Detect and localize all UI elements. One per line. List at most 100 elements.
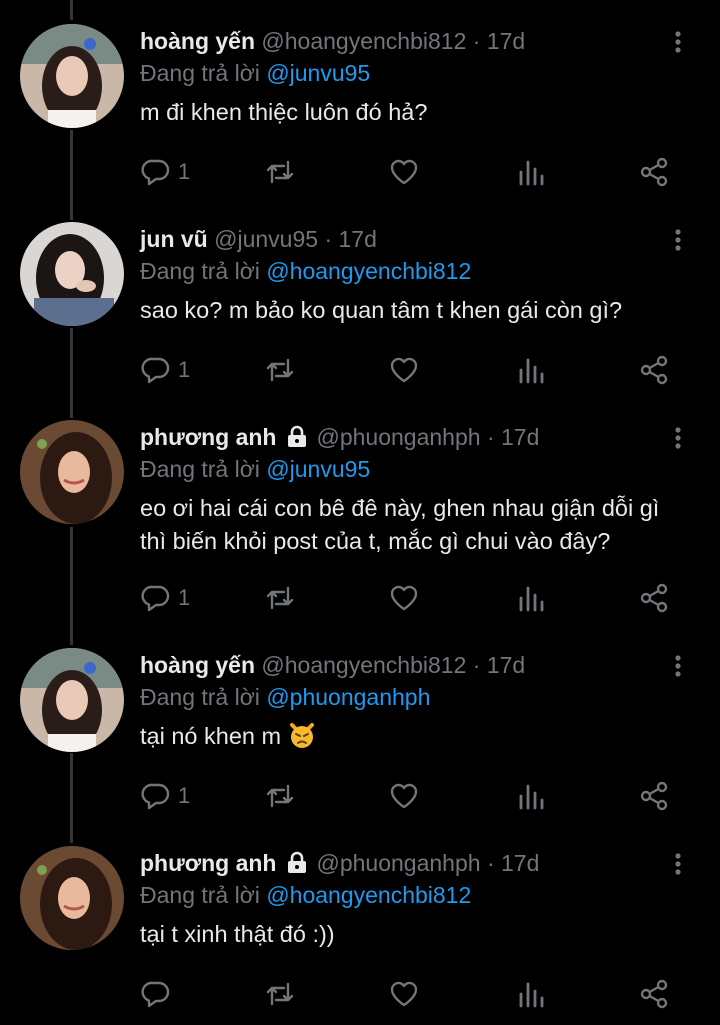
reply-prefix: Đang trả lời bbox=[140, 60, 260, 86]
user-handle[interactable]: @phuonganhph bbox=[316, 424, 480, 450]
timestamp[interactable]: 17d bbox=[487, 652, 525, 678]
heart-icon bbox=[390, 585, 418, 611]
views-button[interactable] bbox=[516, 580, 548, 616]
avatar[interactable] bbox=[20, 420, 124, 524]
lock-icon bbox=[288, 851, 307, 873]
retweet-button[interactable] bbox=[264, 352, 296, 388]
tweet-text: sao ko? m bảo ko quan tâm t khen gái còn… bbox=[140, 297, 623, 323]
mention-link[interactable]: @phuonganhph bbox=[266, 684, 430, 710]
tweet-text: tại t xinh thật đó :)) bbox=[140, 921, 335, 947]
heart-icon bbox=[390, 783, 418, 809]
reply-prefix: Đang trả lời bbox=[140, 882, 260, 908]
reply-to-line: Đang trả lời @junvu95 bbox=[140, 58, 690, 88]
views-button[interactable] bbox=[516, 778, 548, 814]
reply-bubble-icon bbox=[141, 585, 170, 612]
lock-icon bbox=[288, 425, 307, 447]
share-icon bbox=[640, 781, 668, 811]
reply-button[interactable]: 1 bbox=[140, 778, 190, 814]
timestamp[interactable]: 17d bbox=[339, 226, 377, 252]
mention-link[interactable]: @junvu95 bbox=[266, 60, 370, 86]
separator: · bbox=[324, 226, 333, 252]
tweet-actions: 1 bbox=[140, 352, 680, 388]
like-button[interactable] bbox=[388, 154, 420, 190]
display-name[interactable]: hoàng yến bbox=[140, 28, 255, 54]
analytics-bars-icon bbox=[519, 358, 544, 384]
views-button[interactable] bbox=[516, 976, 548, 1012]
reply-count: 1 bbox=[178, 159, 191, 184]
thread-line bbox=[70, 753, 73, 843]
like-button[interactable] bbox=[388, 976, 420, 1012]
share-button[interactable] bbox=[638, 352, 670, 388]
avatar[interactable] bbox=[20, 222, 124, 326]
retweet-button[interactable] bbox=[264, 580, 296, 616]
avatar[interactable] bbox=[20, 846, 124, 950]
more-vertical-icon[interactable] bbox=[666, 654, 690, 678]
retweet-icon bbox=[266, 160, 294, 184]
reply-bubble-icon bbox=[141, 981, 170, 1008]
reply-button[interactable] bbox=[140, 976, 178, 1012]
timestamp[interactable]: 17d bbox=[487, 28, 525, 54]
display-name[interactable]: jun vũ bbox=[140, 226, 208, 252]
display-name[interactable]: phương anh bbox=[140, 850, 276, 876]
views-button[interactable] bbox=[516, 352, 548, 388]
tweet-actions: 1 bbox=[140, 580, 680, 616]
reply-count: 1 bbox=[178, 783, 191, 808]
share-button[interactable] bbox=[638, 154, 670, 190]
more-vertical-icon[interactable] bbox=[666, 228, 690, 252]
thread-line bbox=[70, 328, 73, 418]
share-button[interactable] bbox=[638, 976, 670, 1012]
more-vertical-icon[interactable] bbox=[666, 426, 690, 450]
like-button[interactable] bbox=[388, 778, 420, 814]
retweet-button[interactable] bbox=[264, 778, 296, 814]
analytics-bars-icon bbox=[519, 784, 544, 810]
reply-bubble-icon bbox=[141, 357, 170, 384]
reply-bubble-icon bbox=[141, 783, 170, 810]
like-button[interactable] bbox=[388, 580, 420, 616]
thread-line bbox=[70, 527, 73, 645]
timestamp[interactable]: 17d bbox=[501, 850, 539, 876]
separator: · bbox=[486, 424, 495, 450]
heart-icon bbox=[390, 357, 418, 383]
timestamp[interactable]: 17d bbox=[501, 424, 539, 450]
reply-prefix: Đang trả lời bbox=[140, 456, 260, 482]
retweet-icon bbox=[266, 982, 294, 1006]
thread: hoàng yến @hoangyenchbi812 · 17d Đang tr… bbox=[0, 0, 720, 1025]
heart-icon bbox=[390, 159, 418, 185]
reply-to-line: Đang trả lời @junvu95 bbox=[140, 454, 690, 484]
retweet-button[interactable] bbox=[264, 976, 296, 1012]
mention-link[interactable]: @hoangyenchbi812 bbox=[266, 882, 471, 908]
reply-to-line: Đang trả lời @hoangyenchbi812 bbox=[140, 880, 690, 910]
like-button[interactable] bbox=[388, 352, 420, 388]
display-name[interactable]: phương anh bbox=[140, 424, 276, 450]
share-icon bbox=[640, 355, 668, 385]
user-handle[interactable]: @hoangyenchbi812 bbox=[261, 28, 466, 54]
avatar[interactable] bbox=[20, 24, 124, 128]
mention-link[interactable]: @junvu95 bbox=[266, 456, 370, 482]
share-button[interactable] bbox=[638, 580, 670, 616]
tweet-text: m đi khen thiệc luôn đó hả? bbox=[140, 99, 428, 125]
reply-to-line: Đang trả lời @phuonganhph bbox=[140, 682, 690, 712]
display-name[interactable]: hoàng yến bbox=[140, 652, 255, 678]
reply-button[interactable]: 1 bbox=[140, 580, 190, 616]
mention-link[interactable]: @hoangyenchbi812 bbox=[266, 258, 471, 284]
pouting-cat-emoji bbox=[289, 723, 314, 748]
retweet-icon bbox=[266, 784, 294, 808]
user-handle[interactable]: @hoangyenchbi812 bbox=[261, 652, 466, 678]
tweet-text: eo ơi hai cái con bê đê này, ghen nhau g… bbox=[140, 495, 660, 554]
retweet-button[interactable] bbox=[264, 154, 296, 190]
avatar[interactable] bbox=[20, 648, 124, 752]
more-vertical-icon[interactable] bbox=[666, 30, 690, 54]
reply-button[interactable]: 1 bbox=[140, 352, 190, 388]
tweet-actions: 1 bbox=[140, 154, 680, 190]
share-button[interactable] bbox=[638, 778, 670, 814]
views-button[interactable] bbox=[516, 154, 548, 190]
tweet-actions: 1 bbox=[140, 778, 680, 814]
separator: · bbox=[472, 652, 481, 678]
reply-to-line: Đang trả lời @hoangyenchbi812 bbox=[140, 256, 690, 286]
analytics-bars-icon bbox=[519, 982, 544, 1008]
separator: · bbox=[472, 28, 481, 54]
user-handle[interactable]: @phuonganhph bbox=[316, 850, 480, 876]
reply-button[interactable]: 1 bbox=[140, 154, 190, 190]
user-handle[interactable]: @junvu95 bbox=[214, 226, 318, 252]
more-vertical-icon[interactable] bbox=[666, 852, 690, 876]
